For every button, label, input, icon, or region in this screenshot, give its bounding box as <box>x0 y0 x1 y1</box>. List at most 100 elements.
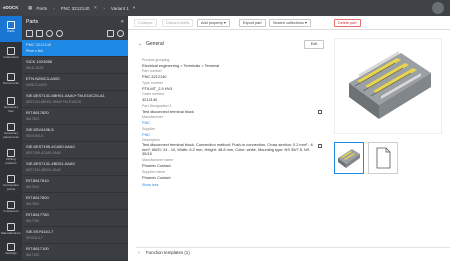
field-label: Supplier name <box>142 169 166 174</box>
app-logo[interactable]: eDOCK <box>3 3 19 13</box>
part-number: SIE.6ES7131-4BD01-0AA0 <box>26 161 75 166</box>
breadcrumb-item[interactable]: PNC 3212140 <box>61 6 90 11</box>
list-item[interactable]: SIE.5SV4106-5 5SV4106-5 <box>22 125 128 142</box>
parts-list: PNC 3212140 Phoe x 4kh SICK 1023958 WL4L-6… <box>22 40 128 261</box>
product-image[interactable] <box>334 38 442 134</box>
breadcrumb-separator: › <box>103 5 105 11</box>
field-value: Phoenix Contact <box>142 174 171 180</box>
list-item[interactable]: RIT.8617780 8617780 <box>22 210 128 227</box>
filter-icon[interactable] <box>107 30 114 37</box>
search-collections-button[interactable]: Search collections ▾ <box>269 19 311 27</box>
delete-part-button[interactable]: Delete part <box>334 19 361 27</box>
part-description: 6ES7195-4CA50-0AA0 <box>26 150 61 155</box>
list-item[interactable]: PNC 3212140 Phoe x 4kh <box>22 40 128 57</box>
part-description: 6ES7131-6BH01-0BA0+TM-E15C26 <box>26 99 82 104</box>
grid-view-icon[interactable] <box>26 30 33 37</box>
list-item[interactable]: SIE.6ES7131-4BD01-0AA0 6ES7131-4BD01-0AA0 <box>22 159 128 176</box>
part-description: NZMC3-A300 <box>26 82 47 87</box>
rail-item-documents[interactable]: Documents <box>0 68 22 94</box>
list-item[interactable]: ETN.NZMC3-A300 NZMC3-A300 <box>22 74 128 91</box>
terminal-block-image <box>349 51 431 119</box>
close-icon[interactable]: ✕ <box>93 5 97 11</box>
field-label: Part number <box>142 69 162 73</box>
part-description: 8617820 <box>26 116 40 121</box>
copy-icon[interactable] <box>318 109 322 114</box>
show-less-link[interactable]: Show less <box>142 183 320 187</box>
edit-button[interactable]: Edit <box>304 40 324 49</box>
rail-item-label: Documents <box>3 81 19 85</box>
rail-item-collections[interactable]: Collections <box>0 42 22 68</box>
breadcrumb-item[interactable]: Variant 1 <box>111 6 129 11</box>
list-item[interactable]: SIE.5SY6110-7 5SY6110-7 <box>22 227 128 244</box>
rail-item-parts[interactable]: Parts <box>0 16 22 42</box>
function-templates-header[interactable]: › Function templates (1) <box>136 247 450 257</box>
rail-item-drilling-patterns[interactable]: Drilling patterns <box>0 144 22 170</box>
list-item[interactable]: SICK 1023958 WL4L-6130 <box>22 57 128 74</box>
part-number: RIT.8617100 <box>26 246 49 251</box>
breadcrumb-separator: › <box>53 5 55 11</box>
field-value: 3212140 <box>142 97 158 102</box>
part-description: WL4L-6130 <box>26 65 44 70</box>
thumbnail-product[interactable] <box>334 142 364 174</box>
list-item[interactable]: RIT.8617820 8617820 <box>22 108 128 125</box>
detail-toolbar: Collapse Discard drafts Add property ▾ E… <box>128 16 450 30</box>
rail-item-accessory-lists[interactable]: Accessory lists <box>0 92 22 118</box>
rail-item-settings[interactable]: Settings <box>0 238 22 261</box>
field-value: Test disconnect terminal block <box>142 108 194 114</box>
add-property-button[interactable]: Add property ▾ <box>197 19 230 27</box>
part-number: SIE.5SV4106-5 <box>26 127 54 132</box>
add-property-label: Add property <box>201 21 223 25</box>
avatar[interactable] <box>432 2 444 14</box>
field-label: Product grouping <box>142 57 170 62</box>
app-logo-text: eDOCK <box>3 5 19 10</box>
manufacturers-icon <box>7 223 15 231</box>
rail-item-label: Settings <box>5 251 17 255</box>
chevron-down-icon: ▾ <box>304 21 307 25</box>
add-icon[interactable] <box>36 30 43 37</box>
discard-drafts-button[interactable]: Discard drafts <box>162 19 194 27</box>
document-icon <box>376 147 391 169</box>
breadcrumb-item[interactable]: Parts <box>36 6 47 11</box>
field-label: Manufacturer name <box>142 158 174 162</box>
parts-icon <box>7 21 15 29</box>
part-number: SIE.6ES7195-4CA50-0AA0 <box>26 144 75 149</box>
copy-icon[interactable] <box>46 30 53 37</box>
chevron-down-icon[interactable]: ⌄ <box>138 41 142 47</box>
field-row: Test disconnect terminal block <box>142 108 322 114</box>
part-number: RIT.8617780 <box>26 212 49 217</box>
accessory-placements-icon <box>7 123 15 131</box>
rail-item-label: Customers <box>3 209 19 213</box>
collapse-button[interactable]: Collapse <box>134 19 157 27</box>
rail-item-accessory-placements[interactable]: Accessory placements <box>0 118 22 144</box>
collapse-icon[interactable]: « <box>121 19 124 25</box>
list-item[interactable]: SIE.6ES7195-4CA50-0AA0 6ES7195-4CA50-0AA0 <box>22 142 128 159</box>
manufacturer-link[interactable]: PNC <box>142 120 320 125</box>
parts-panel-header: Parts « <box>22 16 128 27</box>
thumbnail-document[interactable] <box>368 142 398 174</box>
export-part-button[interactable]: Export part <box>239 19 266 27</box>
parts-breadcrumb-icon: ▦ <box>28 5 33 10</box>
search-icon[interactable] <box>117 30 124 37</box>
chevron-down-icon[interactable]: ▾ <box>133 5 135 11</box>
part-description: 5SV4106-5 <box>26 133 43 138</box>
rail-item-label: Accessory lists <box>3 105 19 113</box>
part-number: RIT.8617820 <box>26 110 49 115</box>
list-item[interactable]: RIT.8617800 8617800 <box>22 193 128 210</box>
supplier-link[interactable]: PNC <box>142 132 320 137</box>
rail-item-connection-points[interactable]: Connection points <box>0 170 22 196</box>
field-value: Test disconnect terminal block, Connecti… <box>142 142 313 156</box>
download-icon[interactable] <box>56 30 63 37</box>
field-label: Order number <box>142 92 165 96</box>
part-description: 8617810 <box>26 184 40 189</box>
chevron-right-icon[interactable]: › <box>138 250 140 256</box>
top-bar: eDOCK ▦ Parts › PNC 3212140 ✕ › Variant … <box>0 0 450 16</box>
list-item[interactable]: RIT.8617810 8617810 <box>22 176 128 193</box>
copy-icon[interactable] <box>318 144 322 148</box>
list-item[interactable]: RIT.8617100 8617100 <box>22 244 128 261</box>
part-number: SIE.5SY6110-7 <box>26 229 54 234</box>
nav-rail: Parts Collections Documents Accessory li… <box>0 16 22 261</box>
list-item[interactable]: SIE.6ES7131-6BH01-0AA0+TM-E15C26-A1 6ES71… <box>22 91 128 108</box>
part-description: 8617100 <box>26 252 40 257</box>
field-value: PNC.3212140 <box>142 74 167 79</box>
rail-item-label: Manufacturers <box>1 231 21 235</box>
